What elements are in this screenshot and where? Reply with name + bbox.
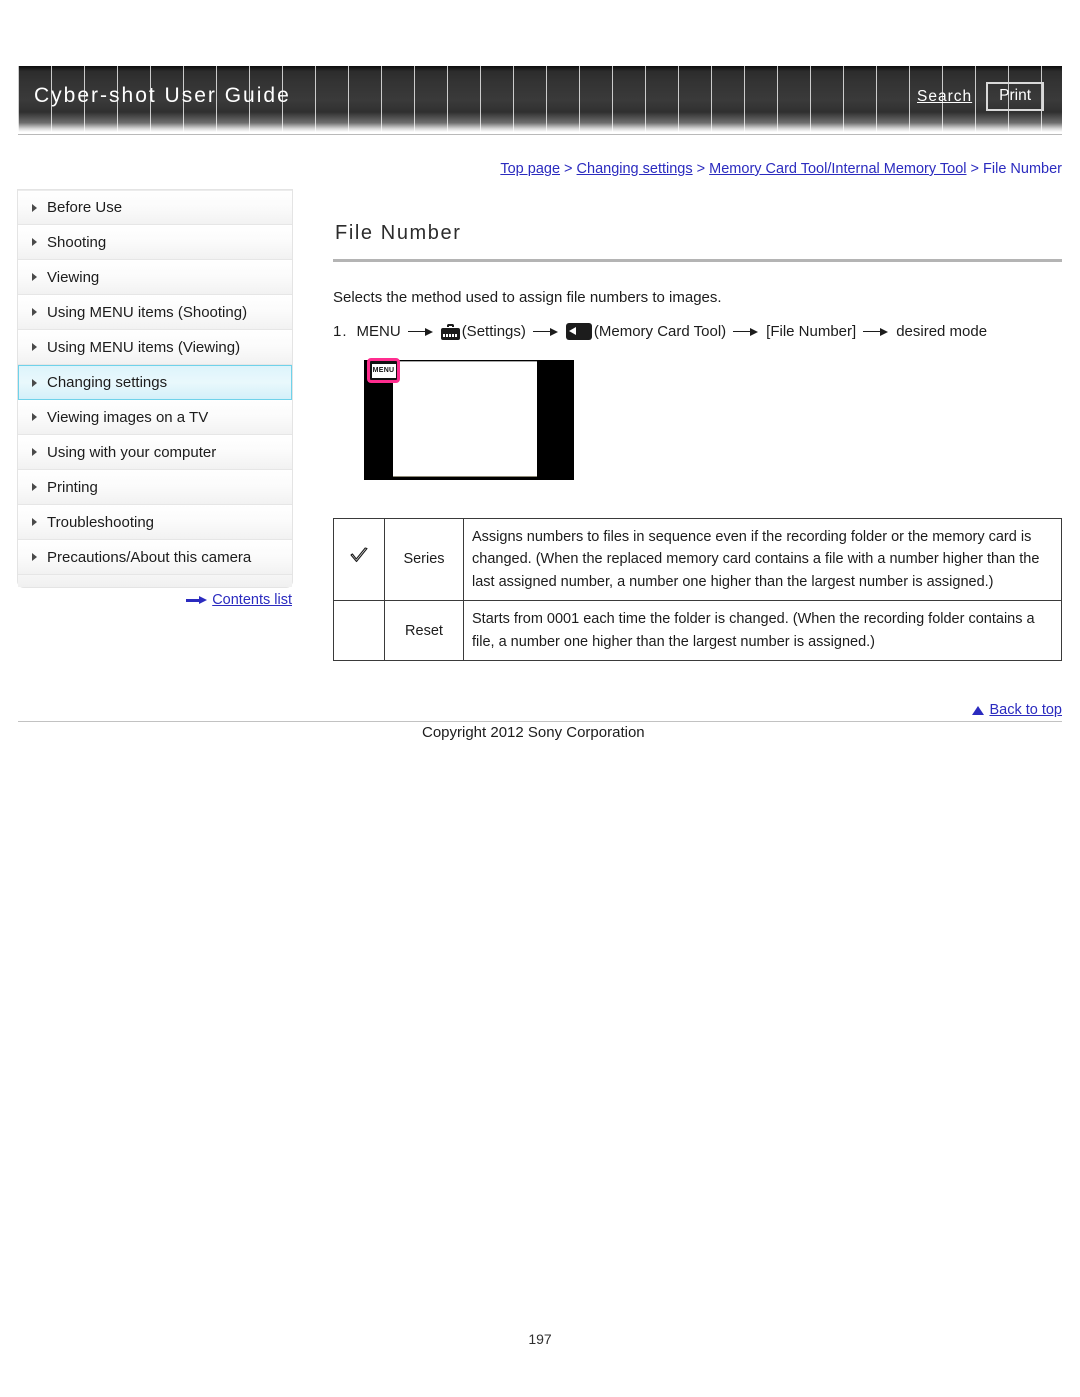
back-to-top-link[interactable]: Back to top <box>989 702 1062 718</box>
triangle-up-icon <box>972 706 985 715</box>
header-actions: Search Print <box>917 82 1044 112</box>
bullet-arrow-icon <box>32 273 37 281</box>
contents-list-link[interactable]: Contents list <box>212 592 292 608</box>
page-number: 197 <box>528 1331 552 1347</box>
breadcrumb-item-file-number: File Number <box>983 161 1062 177</box>
sidebar-item-label: Changing settings <box>47 374 168 391</box>
sidebar-item-using-menu-items-shooting[interactable]: Using MENU items (Shooting) <box>18 295 292 330</box>
memory-card-label: (Memory Card Tool) <box>593 323 727 340</box>
sidebar-item-shooting[interactable]: Shooting <box>18 225 292 260</box>
breadcrumb-item-top-page[interactable]: Top page <box>500 161 560 177</box>
sidebar-item-label: Using MENU items (Shooting) <box>47 303 248 321</box>
bullet-arrow-icon <box>32 343 37 351</box>
contents-list-link-wrap: Contents list <box>18 592 292 608</box>
settings-step: (Settings) <box>440 323 526 340</box>
site-header: Cyber-shot User Guide Search Print <box>18 66 1062 138</box>
camera-screen-area <box>393 361 537 477</box>
header-divider <box>18 134 1062 135</box>
desired-mode-label: desired mode <box>896 323 988 340</box>
bullet-arrow-icon <box>32 203 37 212</box>
footer-divider <box>18 721 1062 722</box>
file-number-label: [File Number] <box>766 323 857 340</box>
bullet-arrow-icon <box>32 308 37 316</box>
sidebar-item-label: Precautions/About this camera <box>47 548 252 566</box>
sidebar-item-viewing-images-on-a-tv[interactable]: Viewing images on a TV <box>18 400 292 435</box>
right-arrow-icon <box>532 327 559 337</box>
bullet-arrow-icon <box>32 238 37 246</box>
right-arrow-icon <box>186 596 208 605</box>
toolbox-settings-icon <box>440 323 460 340</box>
bullet-arrow-icon <box>32 448 37 456</box>
sidebar-item-changing-settings[interactable]: Changing settings <box>18 365 292 400</box>
bullet-arrow-icon <box>32 378 37 387</box>
step-number: 1. <box>333 323 348 340</box>
sidebar-navigation: Before Use Shooting Viewing Using MENU i… <box>18 190 292 587</box>
row-checked-cell <box>333 517 385 602</box>
memory-card-step: (Memory Card Tool) <box>565 323 727 340</box>
sidebar-item-using-menu-items-viewing[interactable]: Using MENU items (Viewing) <box>18 330 292 365</box>
breadcrumb-separator: > <box>560 161 577 177</box>
sidebar-item-label: Before Use <box>47 199 123 216</box>
sidebar-item-before-use[interactable]: Before Use <box>18 190 292 225</box>
main-content: File Number Selects the method used to a… <box>333 190 1062 662</box>
row-option-label: Series <box>384 517 464 602</box>
sidebar-item-precautions-about-this-camera[interactable]: Precautions/About this camera <box>18 540 292 575</box>
sidebar-item-label: Shooting <box>47 233 107 251</box>
row-option-label: Reset <box>384 600 464 662</box>
step-instruction: 1. MENU (Settings) (Memory Card Tool) [F… <box>333 323 1062 340</box>
sidebar-item-printing[interactable]: Printing <box>18 470 292 505</box>
header-banner: Cyber-shot User Guide Search Print <box>18 66 1062 132</box>
sidebar-item-label: Troubleshooting <box>47 513 155 531</box>
breadcrumb-separator: > <box>692 161 710 177</box>
back-to-top-wrap: Back to top <box>0 702 1062 718</box>
print-button[interactable]: Print <box>986 82 1044 112</box>
settings-label: (Settings) <box>461 323 526 340</box>
sidebar-item-label: Viewing images on a TV <box>47 408 209 426</box>
camera-screen-illustration: MENU <box>364 358 574 480</box>
row-option-description: Starts from 0001 each time the folder is… <box>463 600 1062 662</box>
sidebar-item-label: Using MENU items (Viewing) <box>47 338 241 356</box>
bullet-arrow-icon <box>32 413 37 421</box>
sidebar-item-using-with-your-computer[interactable]: Using with your computer <box>18 435 292 470</box>
table-row: Series Assigns numbers to files in seque… <box>333 517 1062 602</box>
search-link[interactable]: Search <box>917 88 972 106</box>
right-arrow-icon <box>863 327 889 337</box>
sidebar-item-viewing[interactable]: Viewing <box>18 260 292 295</box>
menu-badge-label: MENU <box>371 363 396 378</box>
intro-paragraph: Selects the method used to assign file n… <box>333 289 722 306</box>
title-divider <box>333 259 1062 262</box>
site-title: Cyber-shot User Guide <box>34 84 291 107</box>
row-checked-cell <box>333 600 385 662</box>
menu-button-highlight: MENU <box>367 358 400 383</box>
table-row: Reset Starts from 0001 each time the fol… <box>333 600 1062 662</box>
page-title: File Number <box>335 222 462 244</box>
row-option-description: Assigns numbers to files in sequence eve… <box>463 517 1062 602</box>
breadcrumb-item-changing-settings[interactable]: Changing settings <box>577 161 693 177</box>
bullet-arrow-icon <box>32 518 37 526</box>
sidebar-item-label: Printing <box>47 478 98 496</box>
copyright-text: Copyright 2012 Sony Corporation <box>422 724 645 741</box>
step-menu-text: MENU <box>356 323 401 340</box>
breadcrumb: Top page > Changing settings > Memory Ca… <box>0 161 1062 177</box>
sidebar-item-troubleshooting[interactable]: Troubleshooting <box>18 505 292 540</box>
breadcrumb-separator: > <box>966 161 984 177</box>
sidebar-footer-spacer <box>18 575 292 587</box>
sidebar-item-label: Viewing <box>47 268 100 286</box>
right-arrow-icon <box>733 327 759 337</box>
checkmark-icon <box>349 547 369 565</box>
right-arrow-icon <box>407 327 434 337</box>
memory-card-icon <box>565 323 592 340</box>
file-number-options-table: Series Assigns numbers to files in seque… <box>333 517 1062 662</box>
breadcrumb-item-memory-card-tool[interactable]: Memory Card Tool/Internal Memory Tool <box>709 161 966 177</box>
bullet-arrow-icon <box>32 483 37 491</box>
sidebar-item-label: Using with your computer <box>47 443 217 461</box>
bullet-arrow-icon <box>32 553 37 561</box>
